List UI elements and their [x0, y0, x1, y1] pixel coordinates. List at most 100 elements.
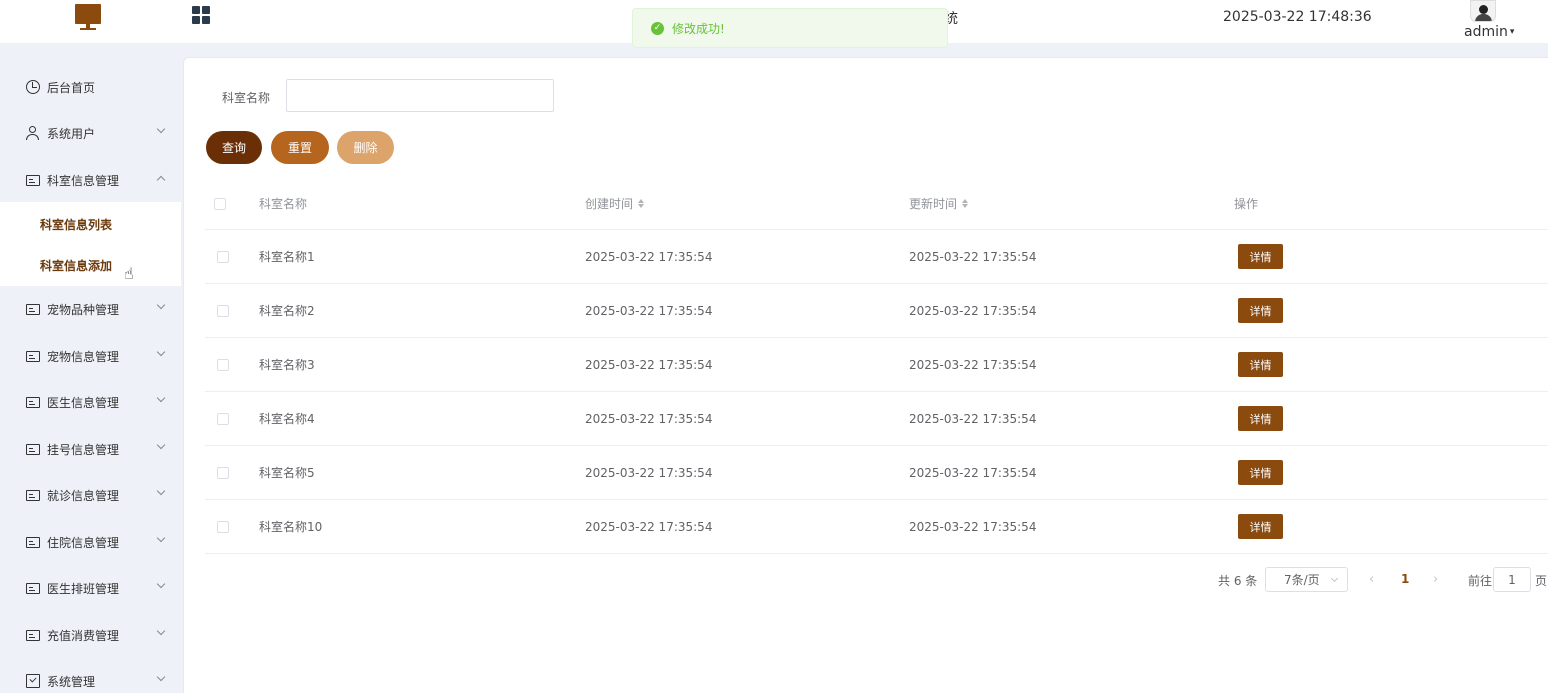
cell-created: 2025-03-22 17:35:54 — [585, 357, 713, 372]
row-checkbox[interactable] — [217, 304, 229, 317]
cell-created: 2025-03-22 17:35:54 — [585, 249, 713, 264]
column-header-created[interactable]: 创建时间 — [585, 178, 645, 229]
cell-created: 2025-03-22 17:35:54 — [585, 465, 713, 480]
delete-button[interactable]: 删除 — [337, 131, 394, 164]
reset-button[interactable]: 重置 — [271, 131, 329, 164]
card-icon — [26, 444, 40, 455]
sidebar-item-system-admin[interactable]: 系统管理 — [0, 661, 181, 693]
sidebar-item-doctor-schedule[interactable]: 医生排班管理 — [0, 568, 181, 608]
row-checkbox[interactable] — [217, 358, 229, 371]
sidebar-item-label: 系统管理 — [47, 674, 96, 689]
goto-page-input[interactable] — [1493, 567, 1531, 592]
table-row: 科室名称4 2025-03-22 17:35:54 2025-03-22 17:… — [205, 392, 1548, 446]
sidebar-item-doctor-info[interactable]: 医生信息管理 — [0, 382, 181, 422]
user-icon — [26, 126, 40, 140]
cell-name: 科室名称3 — [259, 358, 315, 372]
cell-updated: 2025-03-22 17:35:54 — [909, 465, 1037, 480]
card-icon — [26, 304, 40, 315]
card-icon — [26, 630, 40, 641]
detail-button[interactable]: 详情 — [1238, 406, 1283, 431]
cell-name: 科室名称1 — [259, 250, 315, 264]
cell-name: 科室名称10 — [259, 520, 323, 534]
user-dropdown[interactable]: admin ▾ — [1464, 24, 1514, 40]
chevron-down-icon — [156, 486, 166, 496]
chevron-up-icon — [156, 175, 166, 185]
sidebar-item-home[interactable]: 后台首页 — [0, 67, 181, 107]
query-button[interactable]: 查询 — [206, 131, 262, 164]
card-icon — [26, 397, 40, 408]
row-checkbox[interactable] — [217, 466, 229, 479]
cell-updated: 2025-03-22 17:35:54 — [909, 411, 1037, 426]
sidebar-item-label: 宠物品种管理 — [47, 302, 120, 317]
row-checkbox[interactable] — [217, 520, 229, 533]
sidebar-item-registration[interactable]: 挂号信息管理 — [0, 429, 181, 469]
sidebar-item-pet-breed[interactable]: 宠物品种管理 — [0, 289, 181, 329]
table-row: 科室名称2 2025-03-22 17:35:54 2025-03-22 17:… — [205, 284, 1548, 338]
detail-button[interactable]: 详情 — [1238, 352, 1283, 377]
submenu-item-department-add[interactable]: 科室信息添加 — [0, 245, 181, 285]
caret-down-icon: ▾ — [1509, 27, 1515, 37]
card-icon — [26, 490, 40, 501]
avatar[interactable] — [1470, 0, 1496, 22]
row-checkbox[interactable] — [217, 412, 229, 425]
column-header-label: 更新时间 — [909, 197, 958, 211]
monitor-logo-icon — [75, 4, 101, 30]
cell-updated: 2025-03-22 17:35:54 — [909, 519, 1037, 534]
detail-button[interactable]: 详情 — [1238, 460, 1283, 485]
detail-button[interactable]: 详情 — [1238, 298, 1283, 323]
row-checkbox[interactable] — [217, 250, 229, 263]
sidebar: 后台首页 系统用户 科室信息管理 科室信息列表 科室信息添加 宠物品种管理 宠物… — [0, 43, 181, 693]
pagination-total: 共 6 条 — [1218, 574, 1258, 588]
sidebar-item-label: 医生排班管理 — [47, 581, 120, 596]
page-size-select[interactable]: 7条/页 — [1265, 567, 1348, 592]
department-name-input[interactable] — [286, 79, 554, 112]
select-all-checkbox[interactable] — [214, 197, 226, 210]
detail-button[interactable]: 详情 — [1238, 244, 1283, 269]
chevron-down-icon — [156, 124, 166, 134]
sidebar-item-department[interactable]: 科室信息管理 — [0, 160, 181, 200]
success-toast: ✓ 修改成功! — [632, 8, 948, 48]
column-header-name: 科室名称 — [259, 197, 308, 211]
cell-name: 科室名称4 — [259, 412, 315, 426]
cell-name: 科室名称2 — [259, 304, 315, 318]
goto-label: 前往 — [1468, 574, 1493, 588]
sidebar-item-pet-info[interactable]: 宠物信息管理 — [0, 336, 181, 376]
next-page-icon[interactable]: › — [1433, 572, 1438, 587]
cell-created: 2025-03-22 17:35:54 — [585, 303, 713, 318]
chevron-down-icon — [156, 393, 166, 403]
department-submenu: 科室信息列表 科室信息添加 — [0, 202, 181, 286]
table-header: 科室名称 创建时间 更新时间 操作 — [205, 178, 1548, 230]
card-icon — [26, 175, 40, 186]
sidebar-item-label: 宠物信息管理 — [47, 349, 120, 364]
sidebar-item-recharge[interactable]: 充值消费管理 — [0, 615, 181, 655]
prev-page-icon[interactable]: ‹ — [1369, 572, 1374, 587]
chevron-down-icon — [1330, 574, 1339, 583]
submenu-item-department-list[interactable]: 科室信息列表 — [0, 204, 181, 244]
sidebar-item-hospitalization[interactable]: 住院信息管理 — [0, 522, 181, 562]
table-row: 科室名称10 2025-03-22 17:35:54 2025-03-22 17… — [205, 500, 1548, 554]
chevron-down-icon — [156, 440, 166, 450]
column-header-updated[interactable]: 更新时间 — [909, 178, 969, 229]
search-label: 科室名称 — [222, 91, 271, 105]
sidebar-item-label: 挂号信息管理 — [47, 442, 120, 457]
sidebar-item-label: 科室信息管理 — [47, 173, 120, 188]
cell-updated: 2025-03-22 17:35:54 — [909, 357, 1037, 372]
page-size-value: 7条/页 — [1284, 573, 1320, 587]
sort-icon[interactable] — [962, 199, 969, 208]
sort-icon[interactable] — [638, 199, 645, 208]
cell-created: 2025-03-22 17:35:54 — [585, 519, 713, 534]
sidebar-item-visit[interactable]: 就诊信息管理 — [0, 475, 181, 515]
check-circle-icon: ✓ — [651, 21, 664, 35]
clock-icon — [26, 80, 40, 94]
card-icon — [26, 351, 40, 362]
grid-menu-icon[interactable] — [192, 6, 210, 24]
table-row: 科室名称5 2025-03-22 17:35:54 2025-03-22 17:… — [205, 446, 1548, 500]
sidebar-item-system-users[interactable]: 系统用户 — [0, 113, 181, 153]
current-page[interactable]: 1 — [1401, 572, 1409, 586]
page-suffix: 页 — [1535, 574, 1548, 588]
cell-name: 科室名称5 — [259, 466, 315, 480]
chevron-down-icon — [156, 579, 166, 589]
cell-updated: 2025-03-22 17:35:54 — [909, 303, 1037, 318]
hand-cursor-icon: ☝ — [124, 264, 134, 283]
detail-button[interactable]: 详情 — [1238, 514, 1283, 539]
